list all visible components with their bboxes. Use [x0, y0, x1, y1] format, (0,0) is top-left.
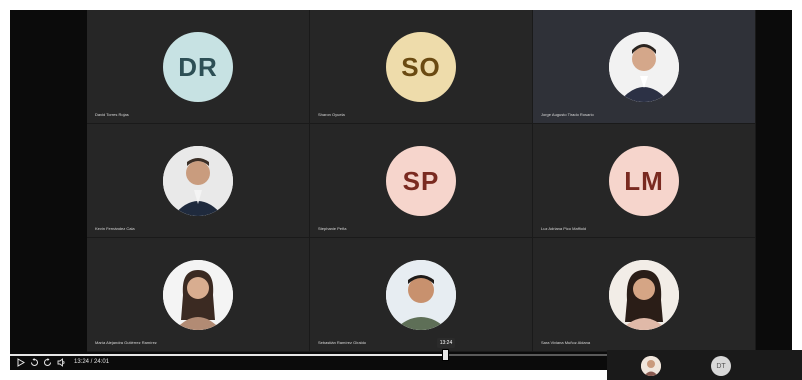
participant-tile[interactable]: Jorge Augusto Tirado Rosario — [533, 10, 756, 124]
forward-10-icon[interactable] — [43, 358, 52, 367]
participant-name: Jorge Augusto Tirado Rosario — [541, 112, 594, 117]
seek-handle[interactable] — [442, 349, 449, 361]
participant-tile[interactable]: Sara Viviana Muñoz Aldana — [533, 238, 756, 352]
participant-photo — [609, 32, 679, 102]
participant-photo — [163, 146, 233, 216]
participant-name: Stephanie Peña — [318, 226, 347, 231]
participant-name: David Torres Rojas — [95, 112, 129, 117]
participant-tile[interactable]: Kevin Fernández Cala — [87, 124, 310, 238]
participant-photo — [609, 260, 679, 330]
participant-thumbnail-strip: DT — [607, 350, 802, 380]
participant-name: Kevin Fernández Cala — [95, 226, 135, 231]
participant-tile[interactable]: DR David Torres Rojas — [87, 10, 310, 124]
participant-name: Sharon Oyuela — [318, 112, 345, 117]
seek-bar-progress — [10, 354, 446, 356]
participant-initials-avatar: SO — [386, 32, 456, 102]
play-icon[interactable] — [16, 358, 25, 367]
time-display: 13:24 / 24:01 — [74, 359, 110, 365]
participant-name: Sara Viviana Muñoz Aldana — [541, 340, 591, 345]
participant-photo — [163, 260, 233, 330]
participant-tile[interactable]: María Alejandra Gutiérrez Ramírez — [87, 238, 310, 352]
participant-name: Sebastián Ramírez Giraldo — [318, 340, 367, 345]
volume-icon[interactable] — [57, 358, 66, 367]
participant-tile[interactable]: LM Luz Adriana Pico Maffiold — [533, 124, 756, 238]
participant-grid: DR David Torres Rojas SO Sharon Oyuela Jorge… — [87, 10, 756, 352]
participant-initials-avatar: DR — [163, 32, 233, 102]
seek-time-tooltip: 13:24 — [437, 338, 455, 348]
participant-tile[interactable]: SO Sharon Oyuela — [310, 10, 533, 124]
thumbnail-photo[interactable] — [641, 356, 661, 376]
participant-name: Luz Adriana Pico Maffiold — [541, 226, 587, 231]
thumbnail-initials[interactable]: DT — [711, 356, 731, 376]
meeting-recording-frame: DR David Torres Rojas SO Sharon Oyuela Jorge… — [10, 10, 802, 380]
participant-tile[interactable]: SP Stephanie Peña — [310, 124, 533, 238]
participant-initials-avatar: LM — [609, 146, 679, 216]
participant-photo — [386, 260, 456, 330]
participant-name: María Alejandra Gutiérrez Ramírez — [95, 340, 157, 345]
rewind-10-icon[interactable] — [30, 358, 39, 367]
participant-initials-avatar: SP — [386, 146, 456, 216]
participant-tile[interactable]: Sebastián Ramírez Giraldo — [310, 238, 533, 352]
